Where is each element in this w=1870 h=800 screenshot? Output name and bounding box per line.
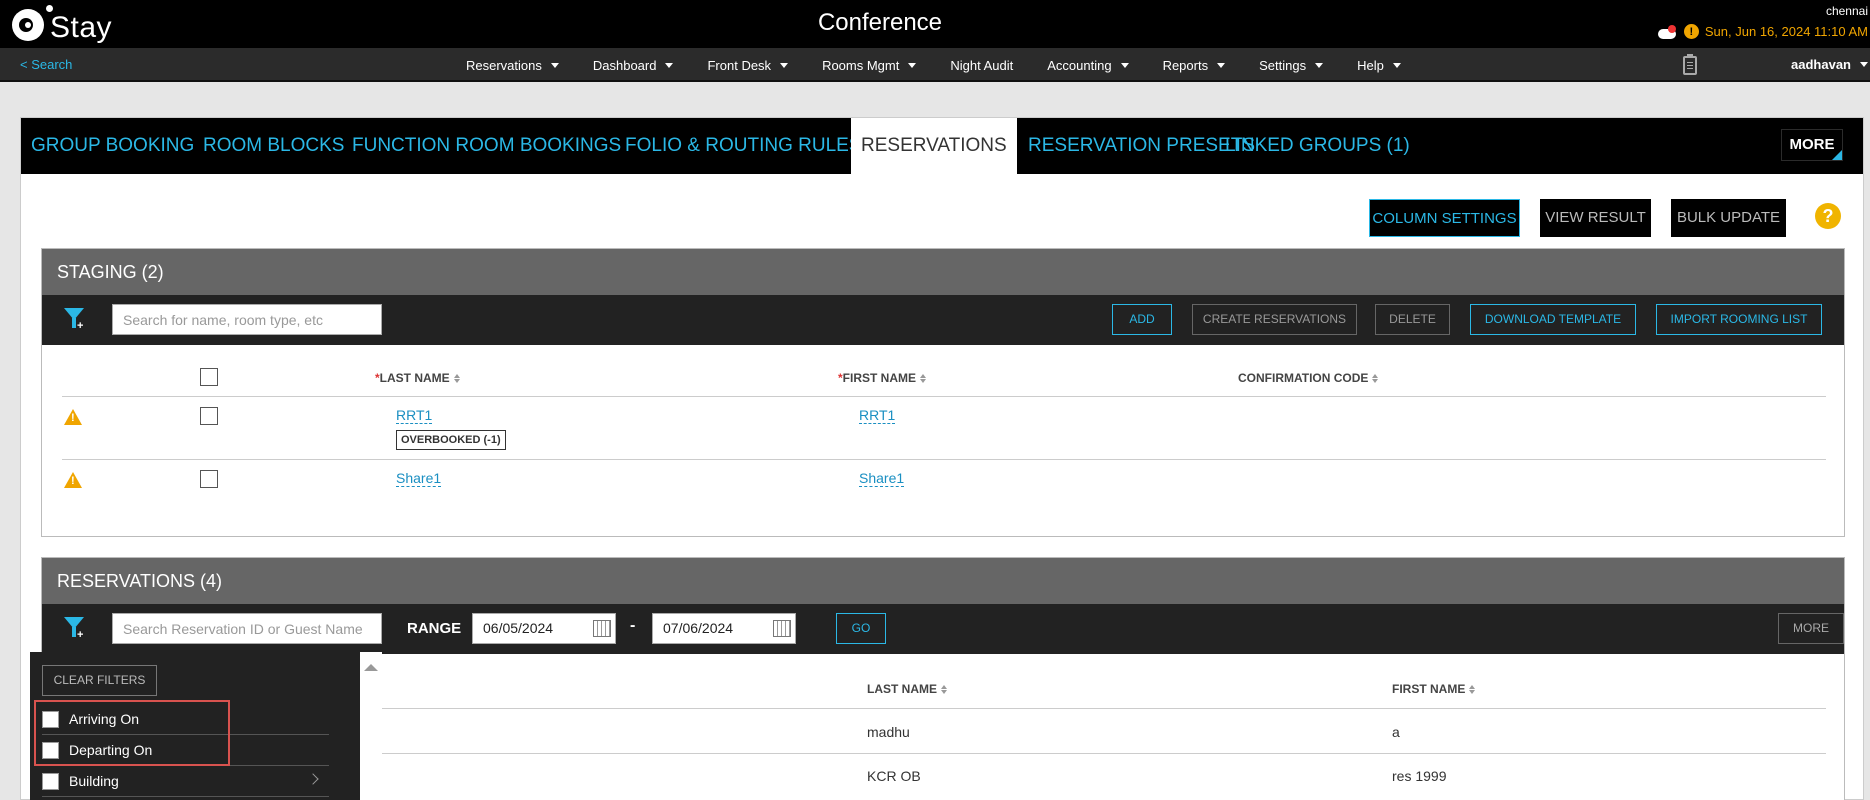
column-last-name[interactable]: *LAST NAME	[375, 371, 460, 385]
back-to-search-link[interactable]: < Search	[20, 57, 72, 72]
date-range-separator: -	[630, 617, 636, 634]
tab-function-room-bookings[interactable]: FUNCTION ROOM BOOKINGS	[352, 118, 621, 174]
chevron-down-icon	[550, 62, 559, 68]
go-button[interactable]: GO	[836, 613, 886, 644]
column-confirmation-code[interactable]: CONFIRMATION CODE	[1238, 371, 1379, 385]
reservations-toolbar: + RANGE 06/05/2024 - 07/06/2024 GO MORE	[42, 604, 1844, 654]
scroll-up-icon[interactable]	[364, 664, 378, 671]
staging-title: STAGING (2)	[42, 249, 1844, 295]
more-tabs-button[interactable]: MORE	[1781, 129, 1843, 161]
overbooked-badge: OVERBOOKED (-1)	[396, 430, 506, 450]
chevron-down-icon	[1120, 62, 1129, 68]
nav-item-help[interactable]: Help	[1357, 58, 1401, 73]
user-menu[interactable]: aadhavan	[1791, 57, 1868, 72]
staging-search-input[interactable]	[112, 304, 382, 335]
chevron-down-icon	[1217, 62, 1226, 68]
download-template-button[interactable]: DOWNLOAD TEMPLATE	[1470, 304, 1636, 335]
alert-icon[interactable]: !	[1683, 24, 1699, 39]
create-reservations-button[interactable]: CREATE RESERVATIONS	[1192, 304, 1357, 335]
tab-bar: GROUP BOOKING ROOM BLOCKS FUNCTION ROOM …	[21, 118, 1863, 174]
reservation-first-name: a	[1392, 724, 1400, 740]
calendar-icon[interactable]	[593, 620, 611, 637]
more-button[interactable]: MORE	[1778, 613, 1844, 644]
last-name-link[interactable]: Share1	[396, 470, 442, 487]
tab-reservation-presets[interactable]: RESERVATION PRESETS	[1028, 118, 1255, 174]
highlight-box	[34, 700, 230, 766]
tab-room-blocks[interactable]: ROOM BLOCKS	[203, 118, 344, 174]
help-icon[interactable]: ?	[1815, 203, 1841, 229]
bulk-update-button[interactable]: BULK UPDATE	[1671, 199, 1786, 237]
column-last-name[interactable]: LAST NAME	[867, 682, 947, 696]
filter-scrollbar[interactable]	[360, 652, 382, 800]
column-first-name[interactable]: FIRST NAME	[1392, 682, 1476, 696]
delete-button[interactable]: DELETE	[1375, 304, 1450, 335]
clipboard-icon[interactable]	[1683, 54, 1697, 75]
property-name[interactable]: chennai	[1656, 4, 1868, 18]
sort-icon	[1469, 685, 1476, 694]
sort-icon	[920, 374, 927, 383]
warning-icon: !	[64, 409, 82, 425]
business-date: Sun, Jun 16, 2024 11:10 AM	[1704, 24, 1868, 39]
filter-add-icon[interactable]: +	[64, 308, 86, 332]
view-result-button[interactable]: VIEW RESULT	[1540, 199, 1651, 237]
filter-checkbox[interactable]	[42, 773, 59, 790]
chevron-down-icon	[665, 62, 674, 68]
sort-icon	[1372, 374, 1379, 383]
date-from-input[interactable]: 06/05/2024	[472, 613, 616, 644]
nav-item-front-desk[interactable]: Front Desk	[707, 58, 789, 73]
nav-item-reservations[interactable]: Reservations	[466, 58, 559, 73]
staging-toolbar: + ADD CREATE RESERVATIONS DELETE DOWNLOA…	[42, 295, 1844, 345]
reservation-last-name: KCR OB	[867, 768, 921, 784]
clear-filters-button[interactable]: CLEAR FILTERS	[42, 665, 157, 696]
page-title: Conference	[817, 9, 943, 36]
tab-linked-groups[interactable]: LINKED GROUPS (1)	[1225, 118, 1410, 174]
nav-item-reports[interactable]: Reports	[1163, 58, 1226, 73]
nav-menu: Reservations Dashboard Front Desk Rooms Mgm…	[466, 48, 1435, 82]
select-all-checkbox[interactable]	[200, 368, 218, 386]
row-checkbox[interactable]	[200, 407, 218, 425]
first-name-link[interactable]: Share1	[859, 470, 905, 487]
top-bar: Stay Conference chennai ! Sun, Jun 16, 2…	[0, 0, 1870, 48]
row-checkbox[interactable]	[200, 470, 218, 488]
last-name-link[interactable]: RRT1	[396, 407, 433, 424]
reservation-search-input[interactable]	[112, 613, 382, 644]
user-name: aadhavan	[1791, 57, 1851, 72]
filter-item-building[interactable]: Building	[42, 766, 329, 797]
reservation-last-name: madhu	[867, 724, 910, 740]
nav-item-night-audit[interactable]: Night Audit	[950, 58, 1013, 73]
nav-item-rooms-mgmt[interactable]: Rooms Mgmt	[822, 58, 917, 73]
date-to-input[interactable]: 07/06/2024	[652, 613, 796, 644]
warning-icon: !	[64, 472, 82, 488]
nav-item-settings[interactable]: Settings	[1259, 58, 1324, 73]
calendar-icon[interactable]	[773, 620, 791, 637]
tab-folio-routing-rules[interactable]: FOLIO & ROUTING RULES	[625, 118, 861, 174]
reservation-first-name: res 1999	[1392, 768, 1447, 784]
chevron-right-icon	[307, 773, 319, 785]
chevron-down-icon	[1392, 62, 1401, 68]
chevron-down-icon	[908, 62, 917, 68]
reservations-title: RESERVATIONS (4)	[42, 558, 1844, 604]
filter-add-icon[interactable]: +	[64, 617, 86, 641]
property-info: chennai ! Sun, Jun 16, 2024 11:10 AM	[1656, 4, 1868, 39]
main-nav: < Search Reservations Dashboard Front Desk…	[0, 48, 1870, 82]
chevron-down-icon	[780, 62, 789, 68]
cloud-notification-icon[interactable]	[1656, 24, 1678, 39]
tab-group-booking[interactable]: GROUP BOOKING	[31, 118, 194, 174]
chevron-down-icon	[1860, 62, 1868, 67]
tab-reservations[interactable]: RESERVATIONS	[851, 118, 1017, 174]
range-label: RANGE	[407, 620, 462, 637]
nav-item-dashboard[interactable]: Dashboard	[593, 58, 674, 73]
sort-icon	[941, 685, 947, 694]
nav-item-accounting[interactable]: Accounting	[1047, 58, 1129, 73]
sort-icon	[453, 374, 460, 383]
chevron-down-icon	[1315, 62, 1324, 68]
column-first-name[interactable]: *FIRST NAME	[838, 371, 927, 385]
first-name-link[interactable]: RRT1	[859, 407, 896, 424]
add-button[interactable]: ADD	[1112, 304, 1172, 335]
column-settings-button[interactable]: COLUMN SETTINGS	[1369, 199, 1520, 237]
staging-section: STAGING (2) + ADD CREATE RESERVATIONS DE…	[41, 248, 1845, 537]
import-rooming-list-button[interactable]: IMPORT ROOMING LIST	[1656, 304, 1822, 335]
